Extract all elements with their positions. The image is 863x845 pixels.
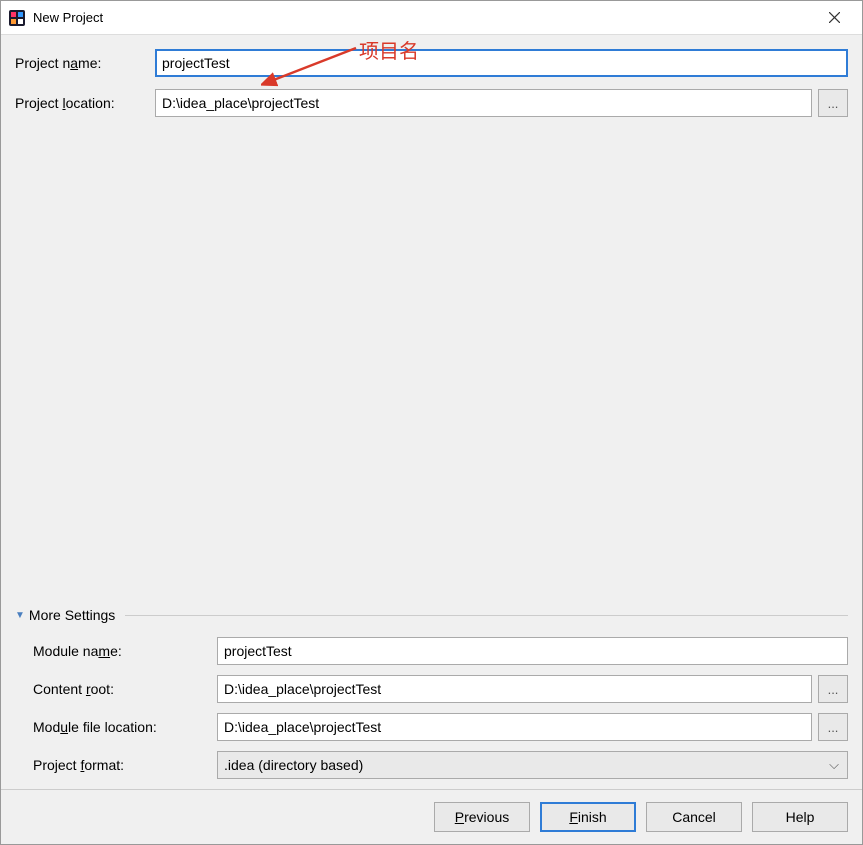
divider [125,615,848,616]
close-button[interactable] [814,3,854,33]
content-area: 项目名 Project name: Project location: [1,35,862,789]
project-location-browse-button[interactable]: ... [818,89,848,117]
more-settings-toggle[interactable]: ▼ More Settings [15,607,848,623]
content-root-input[interactable] [217,675,812,703]
more-settings-label: More Settings [29,607,115,623]
previous-button[interactable]: Previous [434,802,530,832]
module-file-location-label: Module file location: [33,719,217,735]
help-button[interactable]: Help [752,802,848,832]
titlebar: New Project [1,1,862,35]
content-root-label: Content root: [33,681,217,697]
finish-button[interactable]: Finish [540,802,636,832]
module-name-label: Module name: [33,643,217,659]
chevron-down-icon: ▼ [15,610,25,621]
project-format-label: Project format: [33,757,217,773]
project-name-input[interactable] [155,49,848,77]
more-settings-section: ▼ More Settings Module name: Content roo… [15,597,848,789]
project-location-label: Project location: [15,95,155,111]
project-location-input[interactable] [155,89,812,117]
content-root-browse-button[interactable]: ... [818,675,848,703]
button-bar: Previous Finish Cancel Help [1,789,862,844]
app-icon [9,10,25,26]
project-name-label: Project name: [15,55,155,71]
project-format-value: .idea (directory based) [224,757,363,773]
module-name-input[interactable] [217,637,848,665]
module-file-location-input[interactable] [217,713,812,741]
module-file-browse-button[interactable]: ... [818,713,848,741]
window-title: New Project [33,10,814,25]
cancel-button[interactable]: Cancel [646,802,742,832]
project-format-select[interactable]: .idea (directory based) [217,751,848,779]
new-project-dialog: New Project 项目名 Project name: [0,0,863,845]
